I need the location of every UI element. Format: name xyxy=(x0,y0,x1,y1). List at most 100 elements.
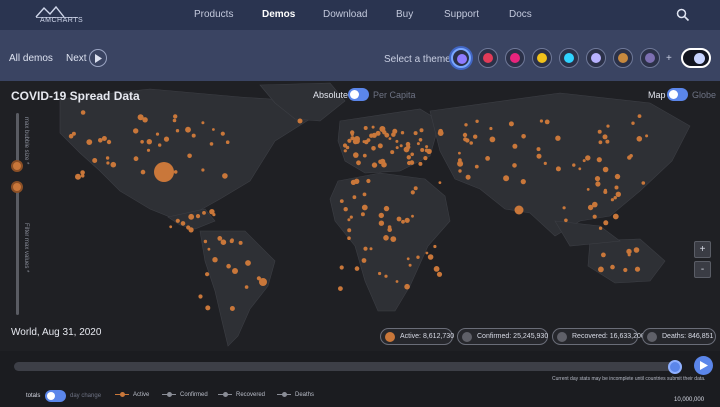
case-bubble xyxy=(411,214,414,218)
theme-swatch-purple[interactable] xyxy=(640,48,660,68)
case-bubble xyxy=(438,181,442,184)
filter-slider-track[interactable] xyxy=(16,185,19,315)
case-bubble xyxy=(205,305,211,311)
theme-color-icon xyxy=(483,53,493,63)
theme-swatch-default[interactable] xyxy=(451,48,471,68)
legend-confirmed[interactable]: Confirmed xyxy=(162,390,208,400)
case-bubble xyxy=(603,190,608,194)
case-bubble xyxy=(416,142,420,146)
case-bubble xyxy=(634,266,641,272)
deaths-stat-button[interactable]: Deaths: 846,851 xyxy=(642,328,716,345)
nav-products[interactable]: Products xyxy=(194,9,233,20)
case-bubble xyxy=(463,137,468,142)
map-globe-toggle[interactable] xyxy=(667,88,688,101)
case-bubble xyxy=(562,206,566,210)
recovered-stat-button[interactable]: Recovered: 16,633,200 xyxy=(552,328,645,345)
filter-slider-handle[interactable] xyxy=(11,181,23,193)
case-bubble xyxy=(352,195,357,200)
theme-swatch-pink[interactable] xyxy=(505,48,525,68)
amcharts-logo[interactable]: AMCHARTS xyxy=(34,5,84,25)
theme-swatch-yellow[interactable] xyxy=(532,48,552,68)
legend-recovered[interactable]: Recovered xyxy=(218,390,265,400)
case-bubble xyxy=(347,228,352,233)
theme-color-icon xyxy=(537,53,547,63)
theme-swatch-lavender[interactable] xyxy=(586,48,606,68)
case-bubble xyxy=(343,207,348,212)
case-bubble xyxy=(597,129,602,134)
case-bubble xyxy=(387,227,393,232)
legend-active-label: Active xyxy=(133,392,150,398)
theme-swatch-dark[interactable] xyxy=(478,48,498,68)
case-bubble xyxy=(586,188,590,191)
nav-support[interactable]: Support xyxy=(444,9,479,20)
case-bubble xyxy=(366,178,371,184)
theme-swatch-brown[interactable] xyxy=(613,48,633,68)
case-bubble xyxy=(361,258,367,263)
case-bubble xyxy=(626,248,632,255)
case-bubble-large xyxy=(259,278,267,286)
map-label: Map xyxy=(648,90,666,100)
case-bubble xyxy=(601,252,606,258)
next-label[interactable]: Next xyxy=(66,53,87,64)
nav-download[interactable]: Download xyxy=(323,9,367,20)
legend-deaths[interactable]: Deaths xyxy=(277,390,314,400)
case-bubble xyxy=(427,254,434,260)
case-bubble xyxy=(158,143,162,147)
case-bubble xyxy=(188,227,194,233)
top-nav: AMCHARTS Products Demos Download Buy Sup… xyxy=(0,0,720,30)
plus-icon[interactable]: + xyxy=(666,53,672,64)
nav-docs[interactable]: Docs xyxy=(509,9,532,20)
case-bubble-large xyxy=(297,118,303,124)
legend-active[interactable]: Active xyxy=(115,390,149,400)
case-bubble xyxy=(361,204,368,211)
case-bubble xyxy=(457,160,464,167)
active-stat-label: Active: 8,612,730 xyxy=(400,333,455,340)
theme-swatch-rainbow[interactable] xyxy=(559,48,579,68)
case-bubble xyxy=(410,190,415,195)
case-bubble xyxy=(212,128,215,131)
nav-buy[interactable]: Buy xyxy=(396,9,413,20)
nav-demos[interactable]: Demos xyxy=(262,9,295,20)
case-bubble xyxy=(92,158,98,163)
world-map[interactable] xyxy=(0,81,720,351)
timeline-slider-track[interactable] xyxy=(14,362,682,371)
search-icon[interactable] xyxy=(676,8,690,22)
case-bubble xyxy=(369,133,374,138)
case-bubble xyxy=(406,155,411,160)
next-button[interactable] xyxy=(89,49,107,67)
play-button[interactable] xyxy=(694,356,713,375)
case-bubble xyxy=(169,225,173,229)
absolute-per-capita-toggle[interactable] xyxy=(348,88,369,101)
logo-text: AMCHARTS xyxy=(40,17,84,24)
covid-map[interactable]: COVID-19 Spread Data Absolute Per Capita… xyxy=(0,81,720,351)
case-bubble xyxy=(220,239,227,245)
case-bubble xyxy=(371,146,376,151)
case-bubble xyxy=(382,130,387,135)
case-bubble xyxy=(362,153,367,158)
all-demos-link[interactable]: All demos xyxy=(9,53,53,64)
case-bubble xyxy=(408,263,412,267)
zoom-in-button[interactable]: + xyxy=(694,241,711,258)
totals-day-change-toggle[interactable] xyxy=(45,390,66,402)
case-bubble xyxy=(407,160,412,166)
case-bubble xyxy=(592,201,598,208)
confirmed-stat-button[interactable]: Confirmed: 25,245,930 xyxy=(457,328,548,345)
demo-toolbar: All demos Next Select a theme: + xyxy=(0,30,720,81)
zoom-out-button[interactable]: - xyxy=(694,261,711,278)
per-capita-label: Per Capita xyxy=(373,90,416,100)
case-bubble xyxy=(596,157,602,163)
case-bubble xyxy=(195,214,201,219)
case-bubble xyxy=(106,139,112,145)
timeline-slider-handle[interactable] xyxy=(668,360,682,374)
case-bubble xyxy=(86,139,93,145)
active-stat-button[interactable]: Active: 8,612,730 xyxy=(380,328,455,345)
case-bubble xyxy=(489,126,493,131)
bubble-size-slider-handle[interactable] xyxy=(11,160,23,172)
case-bubble xyxy=(572,163,576,167)
dark-mode-toggle[interactable] xyxy=(681,48,711,68)
case-bubble xyxy=(485,156,490,161)
active-dot-icon xyxy=(385,332,395,342)
case-bubble xyxy=(396,216,402,222)
bubble-size-slider-track[interactable] xyxy=(16,113,19,167)
case-bubble xyxy=(425,145,429,149)
